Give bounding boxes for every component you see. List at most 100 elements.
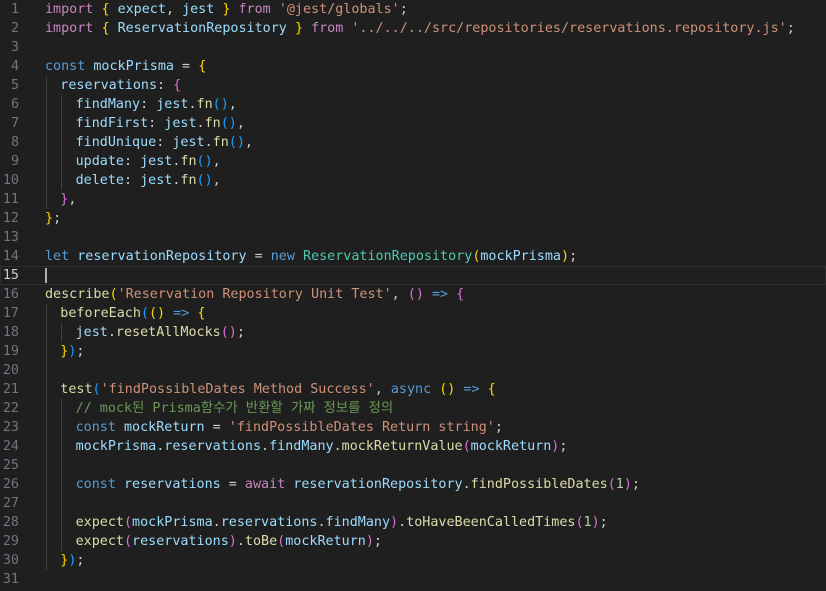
- code-line[interactable]: 7 findFirst: jest.fn(),: [0, 114, 826, 133]
- line-number: 22: [2, 401, 19, 416]
- code-token: :: [156, 135, 173, 150]
- line-number: 15: [2, 268, 19, 283]
- code-token: fn: [204, 116, 221, 131]
- code-line[interactable]: 3: [0, 38, 826, 57]
- code-text: reservations: {: [60, 76, 181, 95]
- code-line[interactable]: 14 let reservationRepository = new Reserv…: [0, 247, 826, 266]
- line-number: 30: [2, 553, 19, 568]
- indent-guide: [46, 532, 47, 551]
- code-line[interactable]: 11},: [0, 190, 826, 209]
- code-token: jest: [182, 2, 215, 17]
- code-token: jest: [75, 325, 108, 340]
- code-line[interactable]: 19});: [0, 342, 826, 361]
- code-line[interactable]: 25: [0, 456, 826, 475]
- indent-guide: [46, 133, 47, 152]
- code-token: (: [109, 287, 118, 302]
- code-token: =>: [463, 382, 480, 397]
- code-token: reservations: [220, 515, 318, 530]
- code-line[interactable]: 31: [0, 570, 826, 589]
- line-number: 25: [2, 458, 19, 473]
- code-line[interactable]: 30});: [0, 551, 826, 570]
- code-text: },: [60, 190, 76, 209]
- code-line[interactable]: 27: [0, 494, 826, 513]
- code-token: {: [197, 306, 206, 321]
- code-token: .: [317, 515, 326, 530]
- code-token: reservations: [60, 78, 158, 93]
- line-number: 2: [10, 21, 19, 36]
- code-line[interactable]: 17 beforeEach(() => {: [0, 304, 826, 323]
- code-line[interactable]: 12};: [0, 209, 826, 228]
- code-text: // mock된 Prisma함수가 반환할 가짜 정보를 정의: [76, 399, 394, 418]
- indent-guide: [46, 380, 47, 399]
- code-line[interactable]: 22 // mock된 Prisma함수가 반환할 가짜 정보를 정의: [0, 399, 826, 418]
- code-line[interactable]: 2 import { ReservationRepository } from '…: [0, 19, 826, 38]
- code-token: {: [487, 382, 496, 397]
- code-token: new: [270, 249, 295, 264]
- code-token: jest: [164, 116, 197, 131]
- code-line[interactable]: 21 test('findPossibleDates Method Success…: [0, 380, 826, 399]
- code-line[interactable]: 5 reservations: {: [0, 76, 826, 95]
- code-token: ;: [494, 420, 503, 435]
- code-token: (): [196, 154, 213, 169]
- code-token: mockPrisma: [75, 439, 157, 454]
- indent-guide: [61, 418, 62, 437]
- code-line[interactable]: 20: [0, 361, 826, 380]
- code-line[interactable]: 18 jest.resetAllMocks();: [0, 323, 826, 342]
- code-editor[interactable]: 1 import { expect, jest } from '@jest/glo…: [0, 0, 826, 591]
- code-line[interactable]: 24 mockPrisma.reservations.findMany.mockR…: [0, 437, 826, 456]
- code-line[interactable]: 4 const mockPrisma = {: [0, 57, 826, 76]
- code-token: ,: [374, 382, 391, 397]
- code-line[interactable]: 29 expect(reservations).toBe(mockReturn);: [0, 532, 826, 551]
- code-token: reservations: [123, 477, 221, 492]
- code-token: findMany: [325, 515, 391, 530]
- code-token: ): [228, 534, 237, 549]
- code-line[interactable]: 10 delete: jest.fn(),: [0, 171, 826, 190]
- line-number: 11: [2, 192, 19, 207]
- code-token: const: [45, 59, 86, 74]
- code-line[interactable]: 8 findUnique: jest.fn(),: [0, 133, 826, 152]
- code-line[interactable]: 9 update: jest.fn(),: [0, 152, 826, 171]
- code-token: expect: [75, 515, 124, 530]
- code-token: .: [333, 439, 342, 454]
- line-number: 4: [10, 59, 19, 74]
- code-token: ;: [76, 553, 85, 568]
- code-line[interactable]: 28 expect(mockPrisma.reservations.findMan…: [0, 513, 826, 532]
- code-token: =: [246, 249, 271, 264]
- line-number: 13: [2, 230, 19, 245]
- code-token: fn: [212, 135, 229, 150]
- code-line[interactable]: 13: [0, 228, 826, 247]
- indent-guide: [46, 95, 47, 114]
- code-text: jest.resetAllMocks();: [76, 323, 245, 342]
- code-token: }: [45, 211, 54, 226]
- code-token: 'findPossibleDates Return string': [228, 420, 495, 435]
- indent-guide: [61, 114, 62, 133]
- indent-guide: [61, 152, 62, 171]
- indent-guide: [46, 342, 47, 361]
- code-line[interactable]: 15: [0, 266, 826, 285]
- indent-guide: [61, 456, 62, 475]
- code-line[interactable]: 26 const reservations = await reservation…: [0, 475, 826, 494]
- indent-guide: [46, 399, 47, 418]
- code-line[interactable]: 23 const mockReturn = 'findPossibleDates …: [0, 418, 826, 437]
- code-text: test('findPossibleDates Method Success',…: [60, 380, 495, 399]
- code-token: (): [439, 382, 456, 397]
- code-token: ): [623, 477, 632, 492]
- code-line[interactable]: 6 findMany: jest.fn(),: [0, 95, 826, 114]
- code-token: resetAllMocks: [115, 325, 221, 340]
- indent-guide: [61, 323, 62, 342]
- code-token: (: [575, 515, 584, 530]
- code-line[interactable]: 1 import { expect, jest } from '@jest/glo…: [0, 0, 826, 19]
- code-line[interactable]: 16 describe('Reservation Repository Unit …: [0, 285, 826, 304]
- code-text: expect(mockPrisma.reservations.findMany)…: [76, 513, 608, 532]
- code-token: .: [196, 116, 205, 131]
- line-number: 28: [2, 515, 19, 530]
- code-token: .: [398, 515, 407, 530]
- line-number: 7: [10, 116, 19, 131]
- indent-guide: [61, 494, 62, 513]
- code-text: beforeEach(() => {: [60, 304, 205, 323]
